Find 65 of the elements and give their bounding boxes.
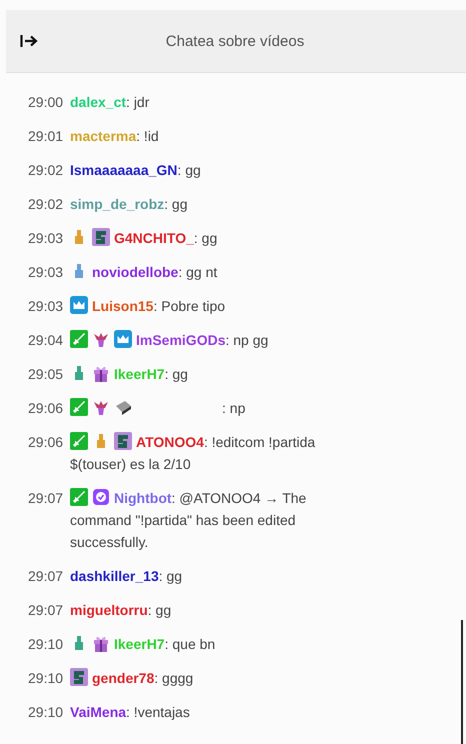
- message-text: : jdr: [126, 94, 150, 110]
- message-text: successfully.: [70, 533, 148, 552]
- username[interactable]: G4NCHITO_: [114, 230, 194, 246]
- timestamp: 29:07: [28, 601, 64, 620]
- username[interactable]: Luison15: [92, 298, 154, 314]
- username[interactable]: VaiMena: [70, 704, 126, 720]
- message-text: $(touser) es la 2/10: [70, 455, 191, 474]
- timestamp: 29:02: [28, 195, 64, 214]
- collapse-icon[interactable]: [20, 34, 38, 48]
- sub-badge-icon: [114, 432, 132, 450]
- username[interactable]: Ismaaaaaaa_GN: [70, 162, 178, 178]
- message-text: : gg: [158, 568, 182, 584]
- message-text: : !ventajas: [126, 704, 190, 720]
- message-text: : gggg: [154, 670, 194, 686]
- message-text: : Pobre tipo: [153, 298, 226, 314]
- timestamp: 29:03: [28, 229, 64, 248]
- message-text: command "!partida" has been edited: [70, 511, 296, 530]
- sword-badge-icon: [70, 398, 88, 416]
- timestamp: 29:07: [28, 567, 64, 586]
- timestamp: 29:01: [28, 127, 64, 146]
- timestamp: 29:07: [28, 489, 64, 508]
- message-text: : gg nt: [178, 264, 218, 280]
- message-text: : gg: [194, 230, 218, 246]
- message-text: : np gg: [225, 332, 268, 348]
- username[interactable]: dashkiller_13: [70, 568, 159, 584]
- message-text: : !id: [136, 128, 159, 144]
- sub-badge-icon: [92, 228, 110, 246]
- timestamp: 29:10: [28, 669, 64, 688]
- scrollbar[interactable]: [461, 620, 463, 744]
- message-text: : !editcom !partida: [204, 434, 316, 450]
- timestamp: 29:02: [28, 161, 64, 180]
- message-text: : np: [222, 400, 246, 416]
- username[interactable]: ImSemiGODs: [136, 332, 226, 348]
- username[interactable]: migueltorru: [70, 602, 148, 618]
- timestamp: 29:06: [28, 399, 64, 418]
- timestamp: 29:10: [28, 635, 64, 654]
- check-badge-icon: [92, 488, 110, 506]
- crown-badge-icon: [114, 330, 132, 348]
- message-text: : que bn: [164, 636, 216, 652]
- keyboard-icon: [114, 398, 132, 416]
- timestamp: 29:10: [28, 703, 64, 722]
- message-text: : gg: [177, 162, 201, 178]
- message-text: : gg: [148, 602, 172, 618]
- username[interactable]: gender78: [92, 670, 154, 686]
- sword-badge-icon: [70, 330, 88, 348]
- message-text: : gg: [164, 196, 188, 212]
- timestamp: 29:03: [28, 263, 64, 282]
- timestamp: 29:00: [28, 93, 64, 112]
- crown-badge-icon: [70, 296, 88, 314]
- timestamp: 29:04: [28, 331, 64, 350]
- timestamp: 29:05: [28, 365, 64, 384]
- chat-title: Chatea sobre vídeos: [164, 32, 306, 50]
- gift-icon: [92, 634, 110, 652]
- username[interactable]: ATONOO4: [136, 434, 204, 450]
- timestamp: 29:03: [28, 297, 64, 316]
- username[interactable]: Nightbot: [114, 490, 172, 506]
- gift-icon: [92, 364, 110, 382]
- username[interactable]: noviodellobe: [92, 264, 178, 280]
- sword-badge-icon: [70, 432, 88, 450]
- message-text: : @ATONOO4 → The: [172, 490, 306, 506]
- username[interactable]: simp_de_robz: [70, 196, 164, 212]
- message-text: : gg: [164, 366, 188, 382]
- sword-badge-icon: [70, 488, 88, 506]
- sub-badge-icon: [70, 668, 88, 686]
- timestamp: 29:06: [28, 433, 64, 452]
